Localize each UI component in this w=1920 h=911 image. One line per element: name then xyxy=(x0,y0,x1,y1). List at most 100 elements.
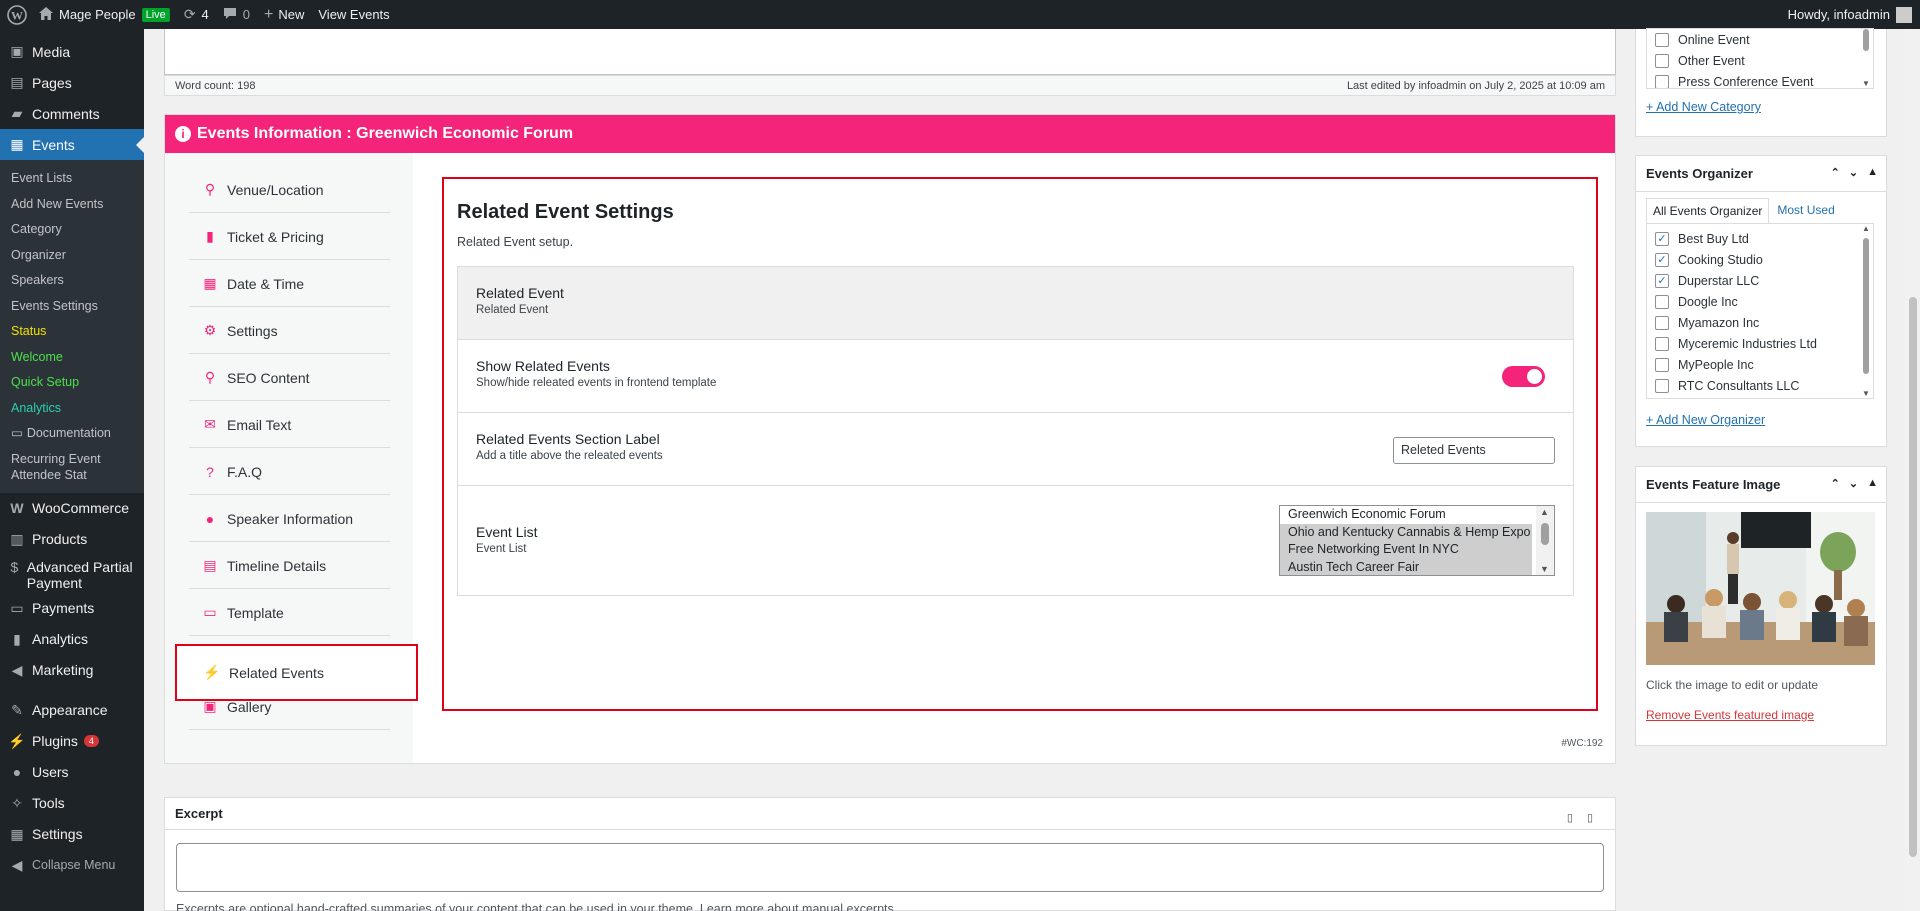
remove-featured-image-link[interactable]: Remove Events featured image xyxy=(1646,708,1814,722)
add-new-organizer-link[interactable]: + Add New Organizer xyxy=(1646,413,1765,427)
checkbox[interactable] xyxy=(1655,357,1669,372)
move-up-icon[interactable]: ▯ xyxy=(1567,811,1573,824)
submenu-category[interactable]: Category xyxy=(0,217,144,243)
checkbox[interactable] xyxy=(1655,315,1669,330)
toggle-panel-icon[interactable]: ▲ xyxy=(1867,477,1878,490)
wordpress-logo-icon[interactable]: W xyxy=(2,0,32,29)
event-option[interactable]: Greenwich Economic Forum xyxy=(1280,506,1532,524)
chevron-up-icon[interactable]: ⌃ xyxy=(1831,477,1840,490)
menu-woocommerce[interactable]: W WooCommerce xyxy=(0,493,144,524)
scroll-thumb[interactable] xyxy=(1863,29,1869,51)
featured-image[interactable] xyxy=(1646,512,1875,665)
tab-timeline-details[interactable]: ▤ Timeline Details xyxy=(189,543,390,589)
scroll-thumb[interactable] xyxy=(1863,238,1869,374)
organizer-item[interactable]: Doogle Inc xyxy=(1647,291,1873,312)
organizer-item[interactable]: ✓ Cooking Studio xyxy=(1647,249,1873,270)
checkbox[interactable] xyxy=(1655,336,1669,351)
menu-users[interactable]: ● Users xyxy=(0,757,144,788)
submenu-status[interactable]: Status xyxy=(0,319,144,345)
tab-faq[interactable]: ? F.A.Q xyxy=(189,449,390,495)
menu-payments[interactable]: ▭ Payments xyxy=(0,593,144,624)
menu-events[interactable]: ▦ Events xyxy=(0,129,144,160)
organizer-item[interactable]: Myamazon Inc xyxy=(1647,312,1873,333)
new-content-link[interactable]: + New xyxy=(257,0,311,29)
tab-template[interactable]: ▭ Template xyxy=(189,590,390,636)
submenu-quick-setup[interactable]: Quick Setup xyxy=(0,370,144,396)
toggle-panel-icon[interactable]: ▲ xyxy=(1867,166,1878,179)
menu-comments[interactable]: ▰ Comments xyxy=(0,98,144,129)
menu-settings[interactable]: ▦ Settings xyxy=(0,819,144,850)
organizer-scrollbar[interactable]: ▲ ▼ xyxy=(1861,224,1871,398)
submenu-events-settings[interactable]: Events Settings xyxy=(0,294,144,320)
checkbox[interactable] xyxy=(1655,294,1669,309)
checkbox-checked[interactable]: ✓ xyxy=(1655,252,1669,267)
show-related-events-toggle[interactable] xyxy=(1502,366,1545,387)
tab-date-time[interactable]: ▦ Date & Time xyxy=(189,261,390,307)
submenu-add-new-events[interactable]: Add New Events xyxy=(0,192,144,218)
excerpt-textarea[interactable] xyxy=(176,843,1604,892)
chevron-down-icon[interactable]: ⌄ xyxy=(1849,477,1858,490)
submenu-analytics[interactable]: Analytics xyxy=(0,396,144,422)
scroll-thumb[interactable] xyxy=(1541,523,1549,545)
comments-link[interactable]: 0 xyxy=(216,0,257,29)
menu-advanced-partial-payment[interactable]: $ Advanced Partial Payment xyxy=(0,555,144,593)
menu-appearance[interactable]: ✎ Appearance xyxy=(0,695,144,726)
tab-venue-location[interactable]: ⚲ Venue/Location xyxy=(189,167,390,213)
event-list-multiselect[interactable]: Greenwich Economic Forum Ohio and Kentuc… xyxy=(1279,505,1555,576)
submenu-speakers[interactable]: Speakers xyxy=(0,268,144,294)
submenu-documentation[interactable]: ▭ Documentation xyxy=(0,421,144,447)
list-scrollbar[interactable]: ▲ ▼ xyxy=(1536,506,1554,575)
submenu-recurring-attendee-stat[interactable]: Recurring Event Attendee Stat xyxy=(0,447,144,483)
move-down-icon[interactable]: ▯ xyxy=(1587,811,1593,824)
menu-products[interactable]: ▥ Products xyxy=(0,524,144,555)
scroll-up-arrow-icon[interactable]: ▲ xyxy=(1540,507,1549,517)
checkbox[interactable] xyxy=(1655,53,1669,68)
menu-media[interactable]: ▣ Media xyxy=(0,36,144,67)
tab-gallery[interactable]: ▣ Gallery xyxy=(189,684,390,730)
organizer-item[interactable]: Myceremic Industries Ltd xyxy=(1647,333,1873,354)
organizer-item[interactable]: ✓ Best Buy Ltd xyxy=(1647,228,1873,249)
tab-email-text[interactable]: ✉ Email Text xyxy=(189,402,390,448)
checkbox[interactable] xyxy=(1655,378,1669,393)
event-option[interactable]: Free Networking Event In NYC xyxy=(1280,541,1532,559)
category-scrollbar[interactable]: ▼ xyxy=(1861,29,1871,88)
section-label-input[interactable]: Releted Events xyxy=(1393,437,1555,464)
tab-speaker-information[interactable]: ● Speaker Information xyxy=(189,496,390,542)
page-scrollbar[interactable] xyxy=(1905,29,1920,911)
tab-settings[interactable]: ⚙ Settings xyxy=(189,308,390,354)
tab-seo-content[interactable]: ⚲ SEO Content xyxy=(189,355,390,401)
menu-pages[interactable]: ▤ Pages xyxy=(0,67,144,98)
menu-tools[interactable]: ✧ Tools xyxy=(0,788,144,819)
content-editor[interactable] xyxy=(164,29,1616,75)
tab-all-organizer[interactable]: All Events Organizer xyxy=(1646,198,1770,223)
submenu-organizer[interactable]: Organizer xyxy=(0,243,144,269)
scroll-down-arrow-icon[interactable]: ▼ xyxy=(1862,389,1870,398)
event-option[interactable]: Austin Tech Career Fair xyxy=(1280,558,1532,575)
category-item[interactable]: Other Event xyxy=(1647,50,1873,71)
checkbox-checked[interactable]: ✓ xyxy=(1655,273,1669,288)
submenu-event-lists[interactable]: Event Lists xyxy=(0,166,144,192)
chevron-up-icon[interactable]: ⌃ xyxy=(1831,166,1840,179)
site-name-link[interactable]: Mage People Live xyxy=(32,0,177,29)
scroll-down-arrow-icon[interactable]: ▼ xyxy=(1862,79,1870,88)
submenu-welcome[interactable]: Welcome xyxy=(0,345,144,371)
organizer-item[interactable]: RTC Consultants LLC xyxy=(1647,375,1873,396)
organizer-item[interactable]: ✓ Duperstar LLC xyxy=(1647,270,1873,291)
chevron-down-icon[interactable]: ⌄ xyxy=(1849,166,1858,179)
add-new-category-link[interactable]: + Add New Category xyxy=(1646,100,1761,114)
category-item[interactable]: Press Conference Event xyxy=(1647,71,1873,88)
scroll-up-arrow-icon[interactable]: ▲ xyxy=(1862,224,1870,233)
tab-ticket-pricing[interactable]: ▮ Ticket & Pricing xyxy=(189,214,390,260)
event-option[interactable]: Ohio and Kentucky Cannabis & Hemp Expo xyxy=(1280,523,1532,541)
checkbox[interactable] xyxy=(1655,32,1669,47)
my-account[interactable]: Howdy, infoadmin xyxy=(1788,0,1912,29)
view-events-link[interactable]: View Events xyxy=(311,0,396,29)
collapse-menu-button[interactable]: ◀ Collapse Menu xyxy=(0,850,144,881)
updates-link[interactable]: ⟳ 4 xyxy=(177,0,216,29)
menu-analytics[interactable]: ▮ Analytics xyxy=(0,624,144,655)
organizer-item[interactable]: MyPeople Inc xyxy=(1647,354,1873,375)
category-item[interactable]: Online Event xyxy=(1647,29,1873,50)
tab-most-used[interactable]: Most Used xyxy=(1769,198,1842,223)
checkbox-checked[interactable]: ✓ xyxy=(1655,231,1669,246)
checkbox[interactable] xyxy=(1655,74,1669,88)
